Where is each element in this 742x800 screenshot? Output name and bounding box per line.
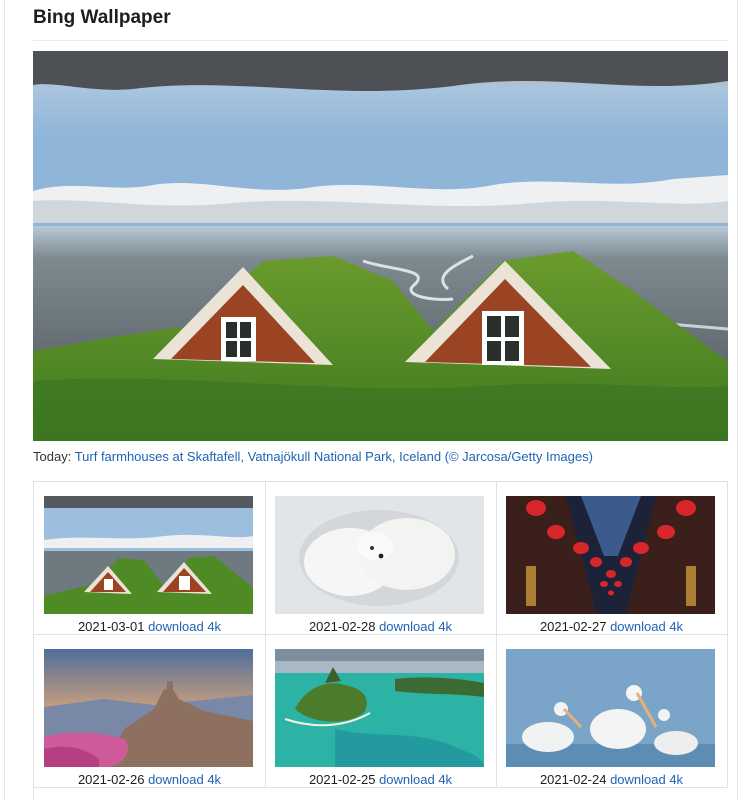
download-4k-link[interactable]: download 4k bbox=[610, 772, 683, 787]
wallpaper-caption: 2021-03-01 download 4k bbox=[34, 619, 265, 634]
wallpaper-card: 2021-02-26 download 4k bbox=[34, 635, 266, 788]
wallpaper-date: 2021-02-27 bbox=[539, 619, 607, 634]
wallpaper-date: 2021-02-25 bbox=[308, 772, 376, 787]
wallpaper-card: 2021-02-27 download 4k bbox=[496, 482, 728, 635]
wallpaper-grid: 2021-03-01 download 4k 2021-02-28 downlo… bbox=[33, 481, 728, 800]
page-title: Bing Wallpaper bbox=[33, 7, 171, 28]
wallpaper-caption: 2021-02-24 download 4k bbox=[496, 772, 727, 787]
wallpaper-date: 2021-02-28 bbox=[308, 619, 376, 634]
frame-left-border bbox=[4, 0, 5, 800]
wallpaper-thumbnail[interactable] bbox=[44, 496, 253, 614]
wallpaper-thumbnail[interactable] bbox=[275, 496, 484, 614]
wallpaper-thumbnail[interactable] bbox=[506, 496, 715, 614]
download-4k-link[interactable]: download 4k bbox=[148, 619, 221, 634]
today-caption: Today: Turf farmhouses at Skaftafell, Va… bbox=[33, 449, 593, 464]
wallpaper-thumbnail[interactable] bbox=[275, 649, 484, 767]
wallpaper-card: 2021-02-24 download 4k bbox=[496, 635, 728, 788]
today-wallpaper-image[interactable] bbox=[33, 51, 728, 441]
download-4k-link[interactable]: download 4k bbox=[610, 619, 683, 634]
download-4k-link[interactable]: download 4k bbox=[379, 619, 452, 634]
wallpaper-card: 2021-03-01 download 4k bbox=[34, 482, 266, 635]
wallpaper-date: 2021-02-24 bbox=[539, 772, 607, 787]
today-wallpaper-link[interactable]: Turf farmhouses at Skaftafell, Vatnajöku… bbox=[75, 449, 593, 464]
wallpaper-date: 2021-03-01 bbox=[77, 619, 145, 634]
wallpaper-thumbnail[interactable] bbox=[44, 649, 253, 767]
wallpaper-caption: 2021-02-27 download 4k bbox=[496, 619, 727, 634]
download-4k-link[interactable]: download 4k bbox=[379, 772, 452, 787]
frame-right-border bbox=[737, 0, 738, 800]
today-label: Today: bbox=[33, 449, 72, 464]
wallpaper-thumbnail[interactable] bbox=[506, 649, 715, 767]
wallpaper-card: 2021-02-28 download 4k bbox=[265, 482, 497, 635]
wallpaper-card: 2021-02-25 download 4k bbox=[265, 635, 497, 788]
wallpaper-date: 2021-02-26 bbox=[77, 772, 145, 787]
wallpaper-caption: 2021-02-26 download 4k bbox=[34, 772, 265, 787]
download-4k-link[interactable]: download 4k bbox=[148, 772, 221, 787]
wallpaper-caption: 2021-02-25 download 4k bbox=[265, 772, 496, 787]
title-divider bbox=[33, 40, 728, 41]
wallpaper-caption: 2021-02-28 download 4k bbox=[265, 619, 496, 634]
